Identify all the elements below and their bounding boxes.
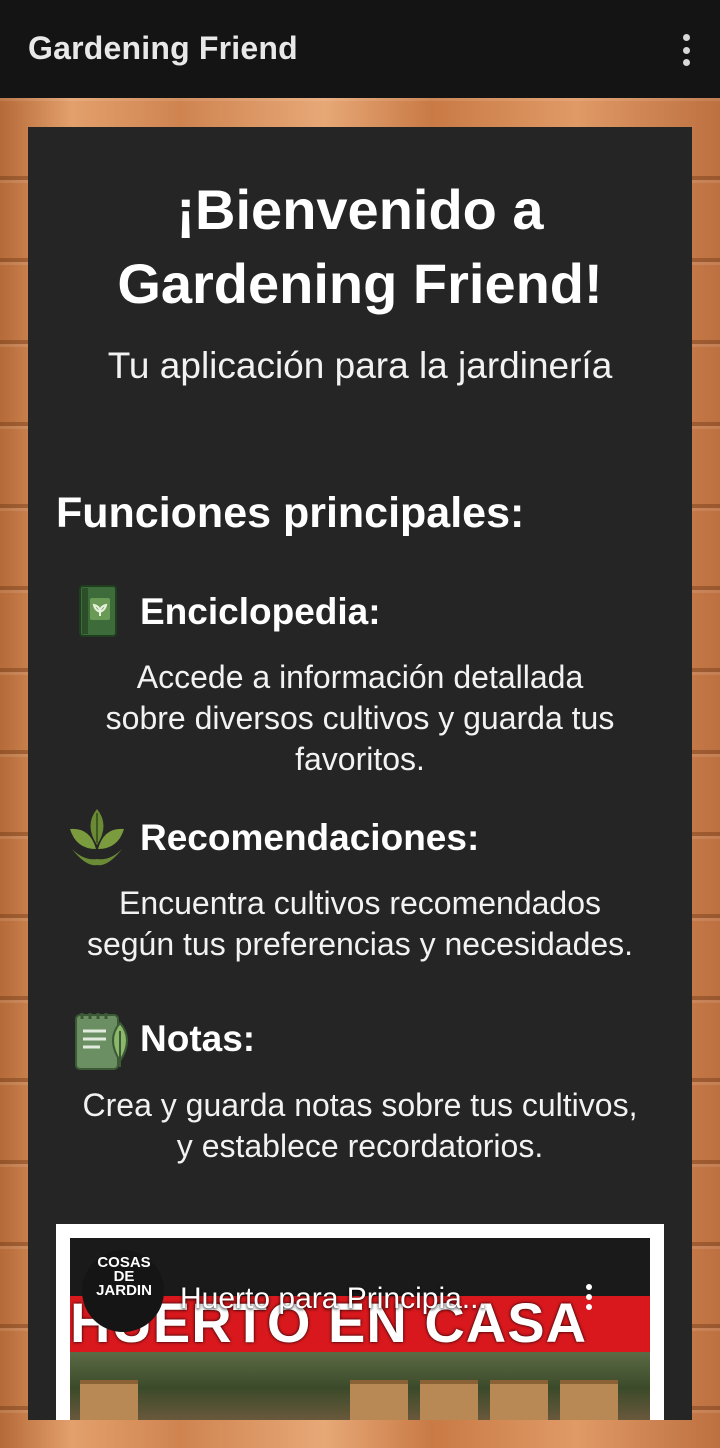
channel-name-line: JARDIN (96, 1282, 152, 1299)
content-panel: ¡Bienvenido a Gardening Friend! Tu aplic… (28, 127, 692, 1420)
thumbnail-photo (70, 1352, 650, 1420)
feature-title-enciclopedia: Enciclopedia: (140, 591, 381, 632)
welcome-title-line-1: ¡Bienvenido a (176, 178, 544, 241)
feature-desc-line: Crea y guarda notas sobre tus cultivos, (82, 1087, 638, 1123)
feature-desc-line: según tus preferencias y necesidades. (86, 926, 634, 962)
channel-name-line: COSAS DE (97, 1254, 151, 1285)
feature-desc-enciclopedia: Accede a información detallada sobre div… (48, 657, 672, 780)
feature-desc-line: Accede a información detallada (136, 659, 584, 695)
book-plant-icon (79, 585, 117, 637)
welcome-subtitle: Tu aplicación para la jardinería (107, 345, 613, 386)
video-embed[interactable]: HUERTO EN CASA COSAS DE JARDIN Huerto pa… (56, 1224, 664, 1420)
video-thumbnail[interactable]: HUERTO EN CASA COSAS DE JARDIN Huerto pa… (70, 1238, 650, 1420)
feature-desc-line: sobre diversos cultivos y guarda tus (105, 700, 615, 736)
feature-desc-notas: Crea y guarda notas sobre tus cultivos, … (48, 1085, 672, 1167)
channel-name: COSAS DE JARDIN (88, 1254, 160, 1299)
feature-desc-line: favoritos. (295, 741, 425, 777)
channel-avatar[interactable]: COSAS DE JARDIN (82, 1250, 164, 1332)
leaves-icon (70, 809, 124, 866)
app-title: Gardening Friend (28, 30, 298, 66)
feature-desc-line: y establece recordatorios. (176, 1128, 544, 1164)
welcome-title: ¡Bienvenido a Gardening Friend! (28, 173, 692, 321)
more-vertical-icon[interactable] (678, 34, 694, 66)
feature-desc-line: Encuentra cultivos recomendados (118, 885, 602, 921)
feature-desc-recomendaciones: Encuentra cultivos recomendados según tu… (48, 883, 672, 965)
app-bar: Gardening Friend (0, 0, 720, 98)
feature-title-recomendaciones: Recomendaciones: (140, 817, 480, 858)
video-title[interactable]: Huerto para Principia... (180, 1282, 487, 1316)
feature-title-notas: Notas: (140, 1018, 256, 1059)
features-heading: Funciones principales: (56, 489, 525, 537)
notes-leaf-icon (75, 1013, 128, 1070)
welcome-title-line-2: Gardening Friend! (117, 252, 603, 315)
more-vertical-icon[interactable] (584, 1284, 594, 1310)
